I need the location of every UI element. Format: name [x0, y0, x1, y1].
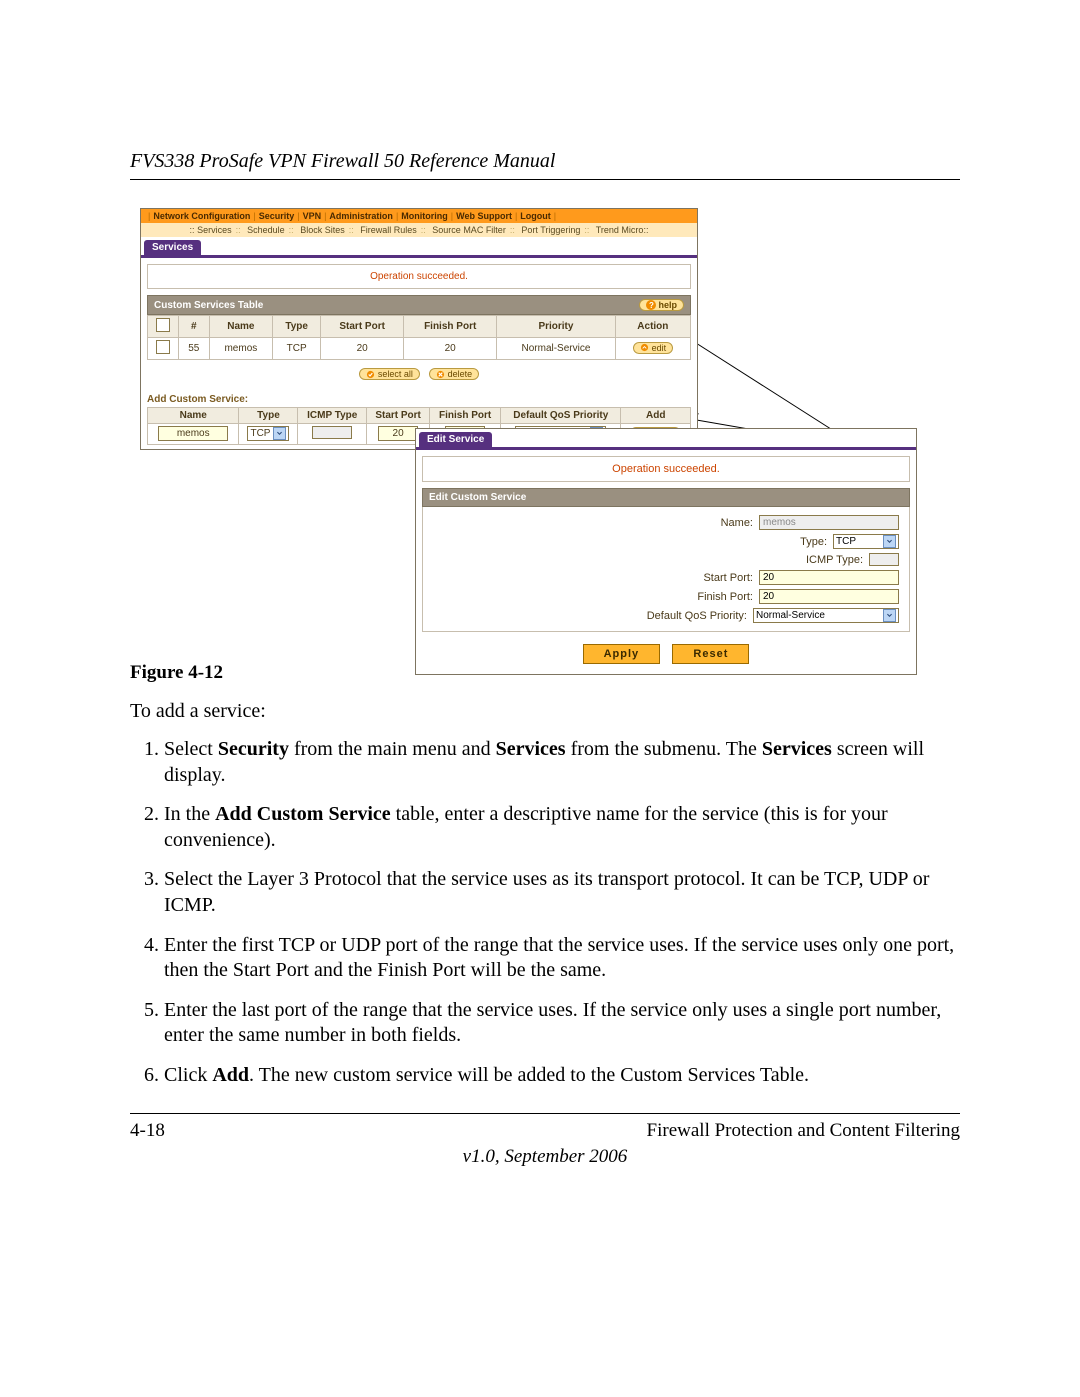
- status-message: Operation succeeded.: [147, 264, 691, 289]
- cell-priority: Normal-Service: [497, 338, 615, 360]
- lead-text: To add a service:: [130, 700, 960, 723]
- step-4: Enter the first TCP or UDP port of the r…: [164, 933, 960, 984]
- subnav-trendmicro[interactable]: Trend Micro: [596, 225, 644, 235]
- delete-button[interactable]: delete: [429, 368, 480, 380]
- table-row: 55 memos TCP 20 20 Normal-Service edit: [148, 338, 691, 360]
- main-nav: |Network Configuration |Security |VPN |A…: [141, 209, 697, 223]
- status-message-2: Operation succeeded.: [422, 456, 910, 482]
- running-header: FVS338 ProSafe VPN Firewall 50 Reference…: [130, 150, 960, 173]
- edit-name-input[interactable]: memos: [759, 515, 899, 530]
- add-custom-service-title: Add Custom Service:: [147, 394, 691, 405]
- chevron-down-icon: [276, 430, 283, 437]
- screenshot-services: |Network Configuration |Security |VPN |A…: [140, 208, 698, 450]
- delete-icon: [436, 370, 445, 379]
- edit-finish-input[interactable]: 20: [759, 589, 899, 604]
- chapter-title: Firewall Protection and Content Filterin…: [647, 1120, 960, 1142]
- col-type: Type: [273, 316, 321, 338]
- panel-edit-custom-service: Edit Custom Service: [422, 488, 910, 507]
- label-finish: Finish Port:: [697, 591, 753, 603]
- chevron-down-icon: [886, 538, 893, 545]
- type-select[interactable]: TCP: [247, 426, 289, 441]
- cell-name: memos: [209, 338, 273, 360]
- addcol-add: Add: [621, 407, 691, 423]
- cell-finish: 20: [404, 338, 497, 360]
- addcol-start: Start Port: [367, 407, 430, 423]
- apply-button[interactable]: Apply: [583, 644, 661, 664]
- row-checkbox[interactable]: [156, 340, 170, 354]
- rule-bottom: [130, 1113, 960, 1114]
- label-qos: Default QoS Priority:: [647, 610, 747, 622]
- tab-services[interactable]: Services: [144, 240, 201, 255]
- nav-monitoring[interactable]: Monitoring: [401, 211, 448, 221]
- step-6: Click Add. The new custom service will b…: [164, 1063, 960, 1089]
- select-all-button[interactable]: select all: [359, 368, 420, 380]
- cell-start: 20: [321, 338, 404, 360]
- nav-network[interactable]: Network Configuration: [153, 211, 250, 221]
- start-port-input[interactable]: 20: [378, 426, 418, 441]
- col-start: Start Port: [321, 316, 404, 338]
- edit-type-select[interactable]: TCP: [833, 534, 899, 549]
- subnav-porttrigger[interactable]: Port Triggering: [521, 225, 580, 235]
- step-1: Select Security from the main menu and S…: [164, 737, 960, 788]
- cell-type: TCP: [273, 338, 321, 360]
- addcol-qos: Default QoS Priority: [501, 407, 621, 423]
- addcol-name: Name: [148, 407, 239, 423]
- edit-icon: [640, 343, 649, 352]
- panel-title: Custom Services Table: [154, 300, 263, 311]
- step-5: Enter the last port of the range that th…: [164, 998, 960, 1049]
- icmp-input[interactable]: [312, 426, 352, 439]
- subnav-sourcemac[interactable]: Source MAC Filter: [432, 225, 506, 235]
- help-icon: ?: [646, 300, 656, 310]
- rule-top: [130, 179, 960, 180]
- edit-button[interactable]: edit: [633, 342, 674, 354]
- figure-4-12: |Network Configuration |Security |VPN |A…: [130, 208, 960, 648]
- cell-num: 55: [179, 338, 210, 360]
- sub-nav: :: Services:: Schedule:: Block Sites:: F…: [141, 223, 697, 237]
- label-type: Type:: [800, 536, 827, 548]
- page-number: 4-18: [130, 1120, 165, 1142]
- step-2: In the Add Custom Service table, enter a…: [164, 802, 960, 853]
- help-button[interactable]: ?help: [639, 299, 684, 311]
- subnav-firewallrules[interactable]: Firewall Rules: [360, 225, 417, 235]
- col-priority: Priority: [497, 316, 615, 338]
- label-icmp: ICMP Type:: [806, 554, 863, 566]
- edit-start-input[interactable]: 20: [759, 570, 899, 585]
- tab-edit-service[interactable]: Edit Service: [419, 432, 492, 447]
- nav-logout[interactable]: Logout: [520, 211, 551, 221]
- addcol-finish: Finish Port: [430, 407, 501, 423]
- version-line: v1.0, September 2006: [130, 1146, 960, 1168]
- addcol-type: Type: [239, 407, 298, 423]
- subnav-blocksites[interactable]: Block Sites: [300, 225, 345, 235]
- subnav-schedule[interactable]: Schedule: [247, 225, 285, 235]
- label-name: Name:: [721, 517, 753, 529]
- check-icon: [366, 370, 375, 379]
- col-name: Name: [209, 316, 273, 338]
- nav-admin[interactable]: Administration: [329, 211, 393, 221]
- edit-icmp-input[interactable]: [869, 553, 899, 566]
- panel-custom-services: Custom Services Table ?help: [147, 295, 691, 315]
- edit-qos-select[interactable]: Normal-Service: [753, 608, 899, 623]
- nav-vpn[interactable]: VPN: [303, 211, 322, 221]
- col-finish: Finish Port: [404, 316, 497, 338]
- col-num: #: [179, 316, 210, 338]
- name-input[interactable]: memos: [158, 426, 228, 441]
- screenshot-edit-service: Edit Service Operation succeeded. Edit C…: [415, 428, 917, 675]
- nav-websupport[interactable]: Web Support: [456, 211, 512, 221]
- label-start: Start Port:: [703, 572, 753, 584]
- nav-security[interactable]: Security: [259, 211, 295, 221]
- reset-button[interactable]: Reset: [672, 644, 749, 664]
- chevron-down-icon: [886, 612, 893, 619]
- col-action: Action: [615, 316, 690, 338]
- subnav-services[interactable]: Services: [197, 225, 232, 235]
- steps-list: Select Security from the main menu and S…: [130, 737, 960, 1089]
- checkbox-all[interactable]: [156, 318, 170, 332]
- step-3: Select the Layer 3 Protocol that the ser…: [164, 867, 960, 918]
- custom-services-table: # Name Type Start Port Finish Port Prior…: [147, 315, 691, 360]
- addcol-icmp: ICMP Type: [298, 407, 367, 423]
